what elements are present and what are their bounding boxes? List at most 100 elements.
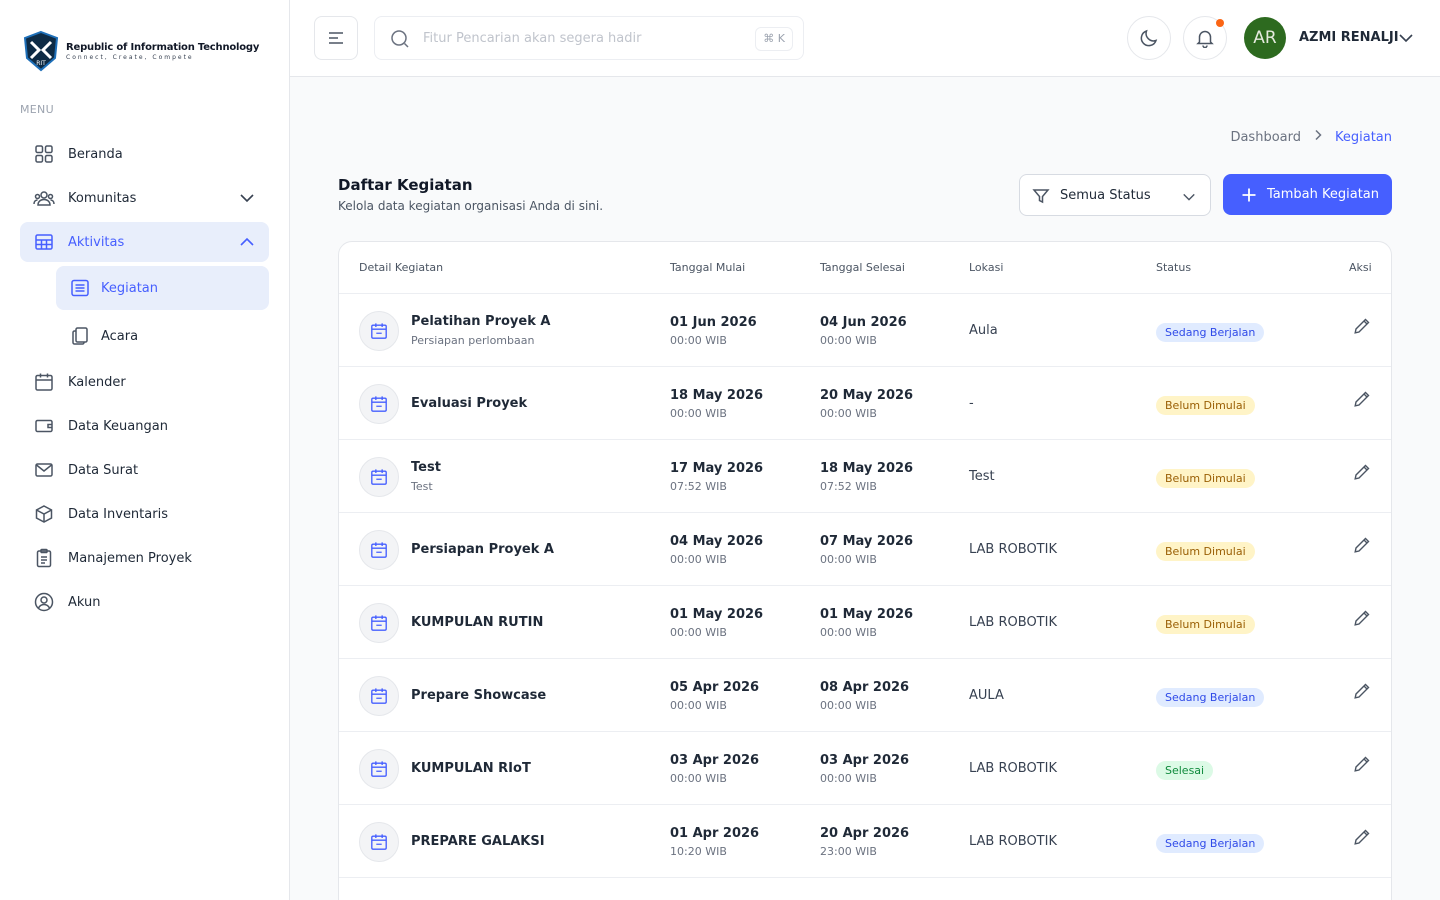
sidebar-item-komunitas[interactable]: Komunitas <box>20 178 269 218</box>
table-row[interactable]: Evaluasi Proyek 18 May 2026 00:00 WIB 20… <box>339 367 1391 440</box>
column-header: Tanggal Mulai <box>670 261 746 274</box>
kegiatan-title: KUMPULAN RIoT <box>411 761 531 776</box>
end-time: 23:00 WIB <box>820 845 877 858</box>
table-row[interactable]: PREPARE GALAKSI 01 Apr 2026 10:20 WIB 20… <box>339 805 1391 878</box>
edit-button[interactable] <box>1353 536 1371 558</box>
kegiatan-title: Persiapan Proyek A <box>411 542 554 557</box>
status-filter-select[interactable]: Semua Status <box>1019 174 1211 216</box>
kegiatan-table: Detail Kegiatan Tanggal Mulai Tanggal Se… <box>338 241 1392 900</box>
notification-dot <box>1216 19 1224 27</box>
theme-toggle-button[interactable] <box>1127 16 1171 60</box>
sidebar-item-akun[interactable]: Akun <box>20 582 269 622</box>
moon-icon <box>1140 29 1158 47</box>
sidebar-item-label: Akun <box>68 594 101 610</box>
table-body: Pelatihan Proyek A Persiapan perlombaan … <box>339 294 1391 878</box>
menu-label: MENU <box>20 103 54 116</box>
grid-icon <box>33 143 55 165</box>
start-date: 04 May 2026 <box>670 534 764 549</box>
sidebar-item-aktivitas[interactable]: Aktivitas <box>20 222 269 262</box>
box-icon <box>33 503 55 525</box>
sidebar-item-kegiatan[interactable]: Kegiatan <box>56 266 269 310</box>
table-row[interactable]: Test Test 17 May 2026 07:52 WIB 18 May 2… <box>339 440 1391 513</box>
bell-icon <box>1196 30 1214 48</box>
sidebar-item-acara[interactable]: Acara <box>56 314 269 358</box>
sidebar-item-beranda[interactable]: Beranda <box>20 134 269 174</box>
end-date: 20 Apr 2026 <box>820 826 910 841</box>
sidebar-item-label: Acara <box>101 328 139 344</box>
brand-logo[interactable]: RIT Republic of Information Technology C… <box>22 30 259 72</box>
sidebar-item-label: Komunitas <box>68 190 137 206</box>
end-date: 20 May 2026 <box>820 388 914 403</box>
edit-button[interactable] <box>1353 390 1371 412</box>
sidebar-item-kalender[interactable]: Kalender <box>20 362 269 402</box>
calendar-icon <box>359 457 399 497</box>
start-date: 01 Apr 2026 <box>670 826 760 841</box>
sidebar-item-data-surat[interactable]: Data Surat <box>20 450 269 490</box>
end-date: 03 Apr 2026 <box>820 753 910 768</box>
chevron-down-icon <box>239 190 255 210</box>
sidebar-toggle-button[interactable] <box>314 16 358 60</box>
notifications-button[interactable] <box>1183 16 1227 60</box>
end-time: 00:00 WIB <box>820 407 877 420</box>
calendar-icon <box>359 384 399 424</box>
location: Test <box>969 469 995 484</box>
column-header: Status <box>1156 261 1192 274</box>
search-box[interactable]: ⌘ K <box>374 16 804 60</box>
sidebar-item-label: Data Keuangan <box>68 418 168 434</box>
plus-icon <box>1242 188 1256 201</box>
end-date: 08 Apr 2026 <box>820 680 910 695</box>
sidebar-item-label: Data Surat <box>68 462 139 478</box>
end-time: 00:00 WIB <box>820 553 877 566</box>
search-input[interactable] <box>423 27 743 49</box>
page-subtitle: Kelola data kegiatan organisasi Anda di … <box>338 199 604 213</box>
sidebar-nav: Beranda Komunitas Aktivitas Kegiatan Aca… <box>20 134 269 626</box>
kegiatan-title: Evaluasi Proyek <box>411 396 528 411</box>
location: LAB ROBOTIK <box>969 542 1057 557</box>
sidebar-item-label: Data Inventaris <box>68 506 168 522</box>
pencil-icon <box>1354 610 1370 626</box>
start-time: 00:00 WIB <box>670 553 727 566</box>
pencil-icon <box>1354 756 1370 772</box>
edit-button[interactable] <box>1353 682 1371 704</box>
status-badge: Belum Dimulai <box>1156 469 1255 488</box>
svg-text:RIT: RIT <box>36 60 46 67</box>
user-name[interactable]: AZMI RENALJI <box>1299 30 1399 45</box>
sidebar-item-data-keuangan[interactable]: Data Keuangan <box>20 406 269 446</box>
edit-button[interactable] <box>1353 828 1371 850</box>
sidebar-item-manajemen-proyek[interactable]: Manajemen Proyek <box>20 538 269 578</box>
table-row[interactable]: Persiapan Proyek A 04 May 2026 00:00 WIB… <box>339 513 1391 586</box>
edit-button[interactable] <box>1353 755 1371 777</box>
edit-button[interactable] <box>1353 609 1371 631</box>
sidebar-item-data-inventaris[interactable]: Data Inventaris <box>20 494 269 534</box>
pencil-icon <box>1354 391 1370 407</box>
end-time: 00:00 WIB <box>820 699 877 712</box>
chevron-down-icon[interactable] <box>1398 30 1414 50</box>
end-date: 07 May 2026 <box>820 534 914 549</box>
breadcrumb: Dashboard Kegiatan <box>1230 129 1392 145</box>
breadcrumb-dashboard-link[interactable]: Dashboard <box>1230 130 1301 145</box>
mail-icon <box>33 459 55 481</box>
calendar-icon <box>359 749 399 789</box>
location: LAB ROBOTIK <box>969 761 1057 776</box>
start-date: 01 May 2026 <box>670 607 764 622</box>
start-date: 03 Apr 2026 <box>670 753 760 768</box>
user-avatar[interactable]: AR <box>1244 17 1286 59</box>
add-kegiatan-button[interactable]: Tambah Kegiatan <box>1223 174 1392 215</box>
table-row[interactable]: KUMPULAN RUTIN 01 May 2026 00:00 WIB 01 … <box>339 586 1391 659</box>
table-row[interactable]: KUMPULAN RIoT 03 Apr 2026 00:00 WIB 03 A… <box>339 732 1391 805</box>
list-icon <box>69 277 91 299</box>
column-header: Tanggal Selesai <box>820 261 905 274</box>
kegiatan-title: PREPARE GALAKSI <box>411 834 545 849</box>
pencil-icon <box>1354 464 1370 480</box>
table-row[interactable]: Pelatihan Proyek A Persiapan perlombaan … <box>339 294 1391 367</box>
end-date: 18 May 2026 <box>820 461 914 476</box>
kegiatan-title: KUMPULAN RUTIN <box>411 615 544 630</box>
column-header: Detail Kegiatan <box>359 261 444 274</box>
table-row[interactable]: Prepare Showcase 05 Apr 2026 00:00 WIB 0… <box>339 659 1391 732</box>
status-badge: Sedang Berjalan <box>1156 323 1265 342</box>
edit-button[interactable] <box>1353 317 1371 339</box>
pencil-icon <box>1354 318 1370 334</box>
edit-button[interactable] <box>1353 463 1371 485</box>
start-date: 01 Jun 2026 <box>670 315 757 330</box>
location: LAB ROBOTIK <box>969 834 1057 849</box>
